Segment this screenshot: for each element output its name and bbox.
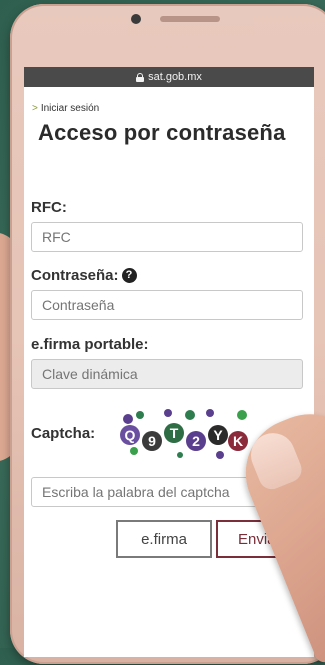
rfc-input[interactable]: [31, 222, 303, 252]
breadcrumb-arrow-icon: >: [32, 103, 38, 114]
captcha-label: Captcha:: [31, 425, 96, 442]
efirma-portable-label: e.firma portable:: [31, 336, 149, 353]
svg-text:K: K: [233, 433, 243, 449]
phone-screen: sat.gob.mx > Iniciar sesión Acceso por co…: [24, 67, 314, 657]
breadcrumb-login-link[interactable]: Iniciar sesión: [41, 103, 99, 114]
url-text: sat.gob.mx: [148, 71, 202, 83]
efirma-button[interactable]: e.firma: [116, 520, 212, 558]
front-camera: [131, 14, 141, 24]
address-bar[interactable]: sat.gob.mx: [24, 67, 314, 87]
svg-text:T: T: [170, 425, 179, 441]
breadcrumb: > Iniciar sesión: [32, 103, 99, 114]
svg-text:Q: Q: [125, 427, 136, 443]
captcha-image: Q 9 T 2 Y K: [120, 407, 260, 463]
svg-text:9: 9: [148, 433, 156, 449]
phone-speaker: [160, 16, 220, 22]
dynamic-key-input[interactable]: [31, 359, 303, 389]
svg-text:Y: Y: [213, 427, 223, 443]
password-label-row: Contraseña:?: [31, 267, 137, 284]
rfc-label: RFC:: [31, 199, 67, 216]
help-icon[interactable]: ?: [121, 268, 137, 283]
page-title: Acceso por contraseña: [38, 120, 286, 145]
lock-icon: [136, 72, 145, 82]
password-input[interactable]: [31, 290, 303, 320]
svg-text:2: 2: [192, 433, 200, 449]
password-label: Contraseña:: [31, 267, 119, 284]
